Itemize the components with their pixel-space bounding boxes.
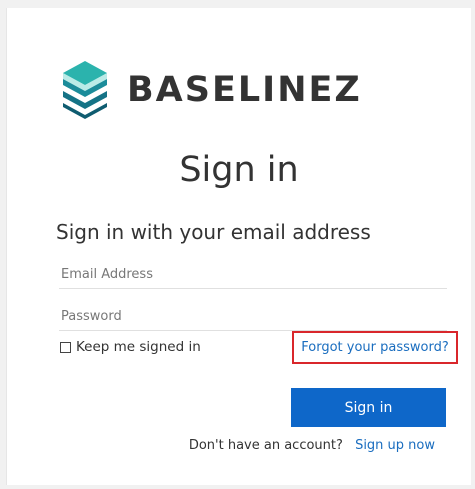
page-title: Sign in [179, 150, 299, 190]
keep-signed-in-row[interactable]: Keep me signed in [60, 339, 201, 355]
password-field[interactable] [59, 303, 447, 331]
signup-row: Don't have an account? Sign up now [189, 438, 435, 453]
forgot-password-highlight: Forgot your password? [292, 331, 458, 364]
brand-logo: BASELINEZ [61, 61, 362, 119]
page-subtitle: Sign in with your email address [56, 220, 371, 244]
signup-prompt: Don't have an account? [188, 438, 343, 453]
sign-in-card: BASELINEZ Sign in Sign in with your emai… [6, 8, 471, 485]
forgot-password-link[interactable]: Forgot your password? [301, 340, 449, 355]
email-field[interactable] [59, 261, 447, 289]
brand-name: BASELINEZ [127, 70, 362, 110]
keep-signed-in-checkbox[interactable] [60, 341, 71, 353]
sign-up-link[interactable]: Sign up now [355, 438, 435, 453]
stacked-layers-icon [63, 61, 107, 119]
sign-in-button[interactable]: Sign in [291, 388, 446, 427]
keep-signed-in-label[interactable]: Keep me signed in [76, 339, 201, 355]
